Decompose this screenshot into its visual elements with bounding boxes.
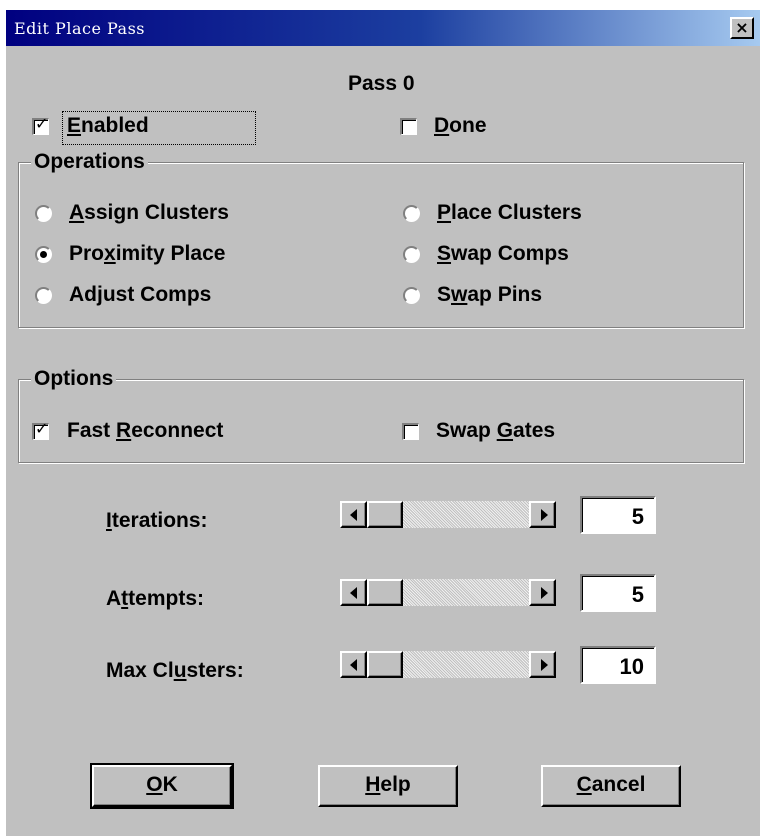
ok-button[interactable]: OK [90,763,234,809]
scroll-left-button[interactable] [340,501,367,528]
scroll-left-button[interactable] [340,579,367,606]
radio-label: Assign Clusters [69,201,229,224]
scroll-thumb[interactable] [367,579,403,606]
swap-gates-label: Swap Gates [436,419,556,442]
window-title: Edit Place Pass [14,19,145,38]
scroll-thumb[interactable] [367,651,403,678]
pass-label: Pass 0 [348,72,415,95]
fast-reconnect-label: Fast Reconnect [67,419,224,442]
arrow-left-icon [350,659,357,671]
help-button[interactable]: Help [318,765,458,807]
iterations-value[interactable]: 5 [580,496,656,534]
arrow-right-icon [541,509,548,521]
enabled-label: Enabled [67,114,149,137]
close-icon: × [735,18,749,37]
radio-button[interactable] [35,287,52,304]
options-group-label: Options [31,367,117,391]
scroll-right-button[interactable] [529,579,556,606]
cancel-button[interactable]: Cancel [541,765,681,807]
radio-button[interactable] [35,246,52,263]
fast-reconnect-checkbox-box[interactable]: ✓ [32,419,49,440]
operations-group-label: Operations [31,150,148,174]
radio-label: Swap Comps [437,242,569,265]
radio-label: Proximity Place [69,242,226,265]
radio-button[interactable] [403,246,420,263]
arrow-right-icon [541,659,548,671]
scroll-right-button[interactable] [529,501,556,528]
radio-button[interactable] [403,287,420,304]
done-checkbox-box[interactable] [400,118,417,135]
attempts-scrollbar[interactable] [340,579,556,606]
max-clusters-scrollbar[interactable] [340,651,556,678]
radio-selected-dot [40,251,47,258]
attempts-value[interactable]: 5 [580,574,656,612]
close-button[interactable]: × [730,17,754,39]
arrow-left-icon [350,587,357,599]
radio-label: Swap Pins [437,283,543,306]
radio-label: Adjust Comps [69,283,212,306]
radio-button[interactable] [35,205,52,222]
enabled-checkbox-box[interactable]: ✓ [32,114,49,135]
scroll-left-button[interactable] [340,651,367,678]
radio-button[interactable] [403,205,420,222]
check-icon: ✓ [35,114,49,133]
done-label: Done [434,114,487,137]
max-clusters-value[interactable]: 10 [580,646,656,684]
radio-label: Place Clusters [437,201,582,224]
scroll-right-button[interactable] [529,651,556,678]
iterations-scrollbar[interactable] [340,501,556,528]
iterations-label: Iterations: [106,509,208,532]
attempts-label: Attempts: [106,587,205,610]
arrow-right-icon [541,587,548,599]
scroll-thumb[interactable] [367,501,403,528]
check-icon: ✓ [35,419,49,438]
edit-place-pass-dialog: Edit Place Pass × Pass 0 ✓ Enabled Done … [6,10,760,836]
title-bar[interactable]: Edit Place Pass × [6,10,760,46]
max-clusters-label: Max Clusters: [106,659,244,682]
arrow-left-icon [350,509,357,521]
swap-gates-checkbox-box[interactable] [402,423,419,440]
